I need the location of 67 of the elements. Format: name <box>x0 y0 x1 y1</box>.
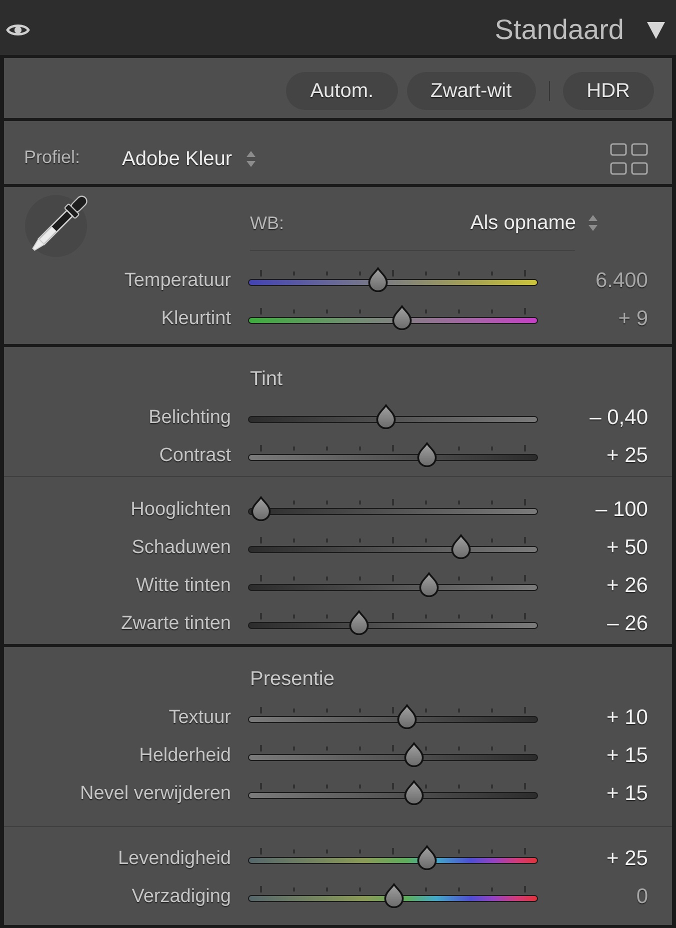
section-title: Presentie <box>250 669 334 689</box>
profile-dropdown[interactable]: Adobe Kleur <box>122 148 256 168</box>
slider-value: + 25 <box>606 848 648 868</box>
slider-value: 6.400 <box>595 270 648 290</box>
slider-thumb[interactable] <box>450 534 472 559</box>
slider-label: Hooglichten <box>130 500 231 518</box>
wb-label: WB: <box>250 214 284 232</box>
slider-value: 0 <box>636 886 648 906</box>
slider-label: Verzadiging <box>132 886 231 906</box>
slider-track[interactable] <box>248 610 538 636</box>
stepper-icon <box>246 150 256 168</box>
slider-track[interactable] <box>248 496 538 522</box>
slider-thumb[interactable] <box>383 883 405 908</box>
slider-track[interactable] <box>248 572 538 598</box>
slider-track[interactable] <box>248 845 538 871</box>
slider-value: – 100 <box>595 498 648 520</box>
slider-value: + 15 <box>606 782 648 804</box>
panel-title: Standaard <box>494 16 624 44</box>
slider-track[interactable] <box>248 404 538 430</box>
slider-thumb[interactable] <box>250 496 272 521</box>
slider-track[interactable] <box>248 704 538 730</box>
slider-value: – 26 <box>607 612 648 634</box>
slider-thumb[interactable] <box>402 742 425 767</box>
slider-value: + 10 <box>606 706 648 728</box>
stepper-icon <box>588 214 598 232</box>
slider-thumb[interactable] <box>418 572 440 597</box>
slider-label: Witte tinten <box>136 576 231 594</box>
section-title: Tint <box>250 369 283 389</box>
slider-track[interactable] <box>248 305 538 331</box>
slider-label: Zwarte tinten <box>121 614 231 632</box>
slider-label: Levendigheid <box>118 848 231 868</box>
slider-thumb[interactable] <box>402 780 425 805</box>
slider-track[interactable] <box>248 267 538 293</box>
slider-value: + 9 <box>618 308 648 328</box>
disclosure-triangle-icon[interactable] <box>646 20 666 40</box>
slider-value: + 25 <box>606 444 648 466</box>
slider-label: Textuur <box>168 708 231 726</box>
slider-track[interactable] <box>248 780 538 806</box>
slider-thumb[interactable] <box>416 845 438 870</box>
slider-track[interactable] <box>248 883 538 909</box>
slider-thumb[interactable] <box>396 704 418 729</box>
grid-icon[interactable] <box>610 142 648 174</box>
slider-thumb[interactable] <box>375 404 398 429</box>
slider-thumb[interactable] <box>367 267 390 292</box>
slider-label: Schaduwen <box>132 538 231 556</box>
slider-value: – 0,40 <box>590 406 648 428</box>
wb-dropdown[interactable]: Als opname <box>470 213 598 233</box>
slider-track[interactable] <box>248 442 538 468</box>
profile-label: Profiel: <box>24 146 80 166</box>
eye-icon[interactable] <box>6 22 30 38</box>
slider-thumb[interactable] <box>390 305 413 330</box>
slider-value: + 26 <box>606 574 648 596</box>
slider-label: Helderheid <box>139 746 231 764</box>
slider-track[interactable] <box>248 742 538 768</box>
slider-label: Kleurtint <box>161 308 231 328</box>
preset-button[interactable]: Autom. <box>286 72 398 110</box>
slider-thumb[interactable] <box>416 442 438 467</box>
slider-label: Temperatuur <box>124 270 231 290</box>
preset-button[interactable]: HDR <box>562 72 654 110</box>
slider-value: + 15 <box>606 744 648 766</box>
slider-thumb[interactable] <box>348 610 370 635</box>
slider-label: Belichting <box>148 408 231 426</box>
slider-label: Nevel verwijderen <box>80 784 231 802</box>
slider-value: + 50 <box>606 536 648 558</box>
slider-track[interactable] <box>248 534 538 560</box>
preset-button[interactable]: Zwart-wit <box>406 72 536 110</box>
slider-label: Contrast <box>159 446 231 464</box>
